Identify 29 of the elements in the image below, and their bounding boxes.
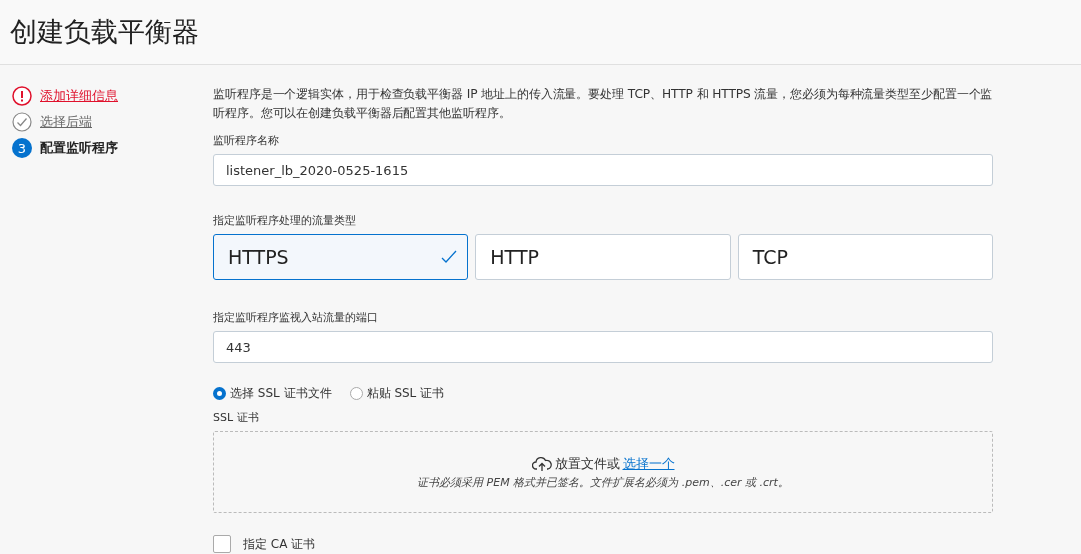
name-field[interactable]: listener_lb_2020-0525-1615 [213,154,993,186]
port-field[interactable]: 443 [213,331,993,363]
radio-button[interactable] [349,387,363,400]
description-text: 监听程序是一个逻辑实体，用于检查负载平衡器 IP 地址上的传入流量。要处理 TCP、HTTP 和 HTTPS 流量，您必须为每种流量类型至少配置一个监听程序。您可以在创建负载平衡器后配置其他监听程序。 [213,86,993,122]
radio-label[interactable]: 选择 SSL 证书文件 [230,385,332,402]
upload-icon [531,455,552,472]
field-label: SSL 证书 [213,410,260,425]
choose-file-link[interactable]: 选择一个 [622,454,675,473]
hint-text: 证书必须采用 PEM 格式并已签名。文件扩展名必须为 .pem、.cer 或 .crt。 [417,474,789,490]
field-label: 监听程序名称 [213,133,280,148]
error-icon [12,86,32,106]
field-label: 指定监听程序处理的流量类型 [213,213,357,228]
traffic-type-option[interactable]: HTTPS [213,234,469,280]
checkbox-label[interactable]: 指定 CA 证书 [243,535,316,553]
radio-button[interactable] [213,387,226,400]
file-drop-zone[interactable]: 放置文件或 选择一个 证书必须采用 PEM 格式并已签名。文件扩展名必须为 .pem、.cer 或 .crt。 [213,431,993,513]
step-link[interactable]: 配置监听程序 [40,139,118,157]
page-title: 创建负载平衡器 [10,15,199,49]
traffic-type-option[interactable]: HTTP [475,234,731,280]
step-link[interactable]: 选择后端 [40,113,92,131]
checkbox[interactable] [213,535,231,553]
step-number: 3 [12,138,32,158]
drop-text: 放置文件或 [554,454,620,473]
check-icon [441,250,458,264]
check-icon [12,112,32,132]
step-link[interactable]: 添加详细信息 [40,87,118,105]
traffic-type-option[interactable]: TCP [737,234,993,280]
radio-label[interactable]: 粘贴 SSL 证书 [366,385,445,402]
field-label: 指定监听程序监视入站流量的端口 [213,310,379,325]
